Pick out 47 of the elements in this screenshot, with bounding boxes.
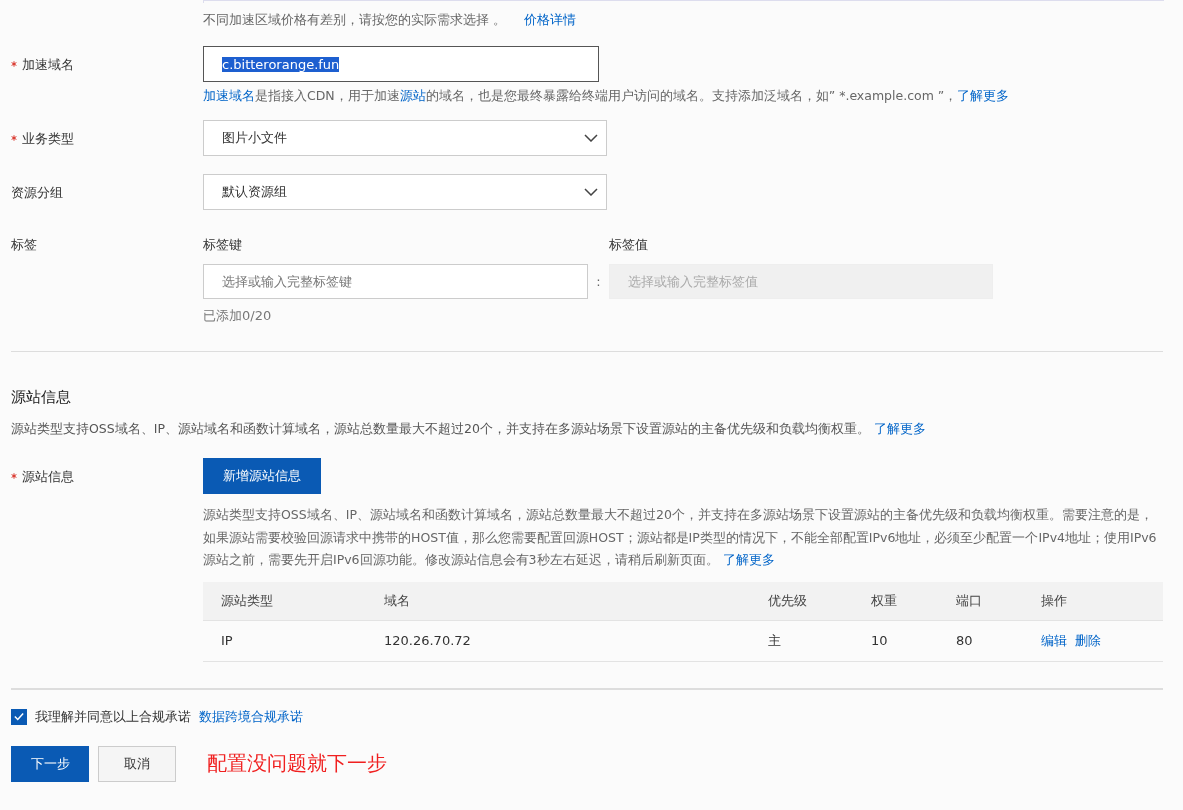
- tag-count: 已添加0/20: [203, 307, 273, 325]
- table-cell: 10: [853, 620, 938, 661]
- column-header: 端口: [938, 581, 1023, 620]
- column-header: 优先级: [750, 581, 853, 620]
- field-label: 源站信息: [22, 468, 74, 486]
- section-title: 源站信息: [11, 388, 72, 407]
- agreement-link[interactable]: 数据跨境合规承诺: [199, 707, 303, 726]
- tag-key-field[interactable]: 选择或输入完整标签键: [203, 264, 588, 299]
- column-header: 源站类型: [203, 581, 366, 620]
- next-button[interactable]: 下一步: [11, 745, 89, 782]
- separator-colon: :: [595, 274, 602, 289]
- agreement-text: 我理解并同意以上合规承诺: [35, 707, 191, 726]
- learn-more-link[interactable]: 了解更多: [722, 552, 775, 567]
- column-header: 权重: [853, 581, 938, 620]
- field-label: 加速域名: [22, 56, 74, 74]
- select-dropdown[interactable]: 默认资源组: [203, 174, 607, 210]
- action-link[interactable]: 删除: [1075, 632, 1101, 648]
- chevron-down-icon: [584, 134, 598, 142]
- section-description: 源站类型支持OSS域名、IP、源站域名和函数计算域名，源站总数量最大不超过20个，并支持在多源站场景下设置源站的主备优先级和负载均衡权重。: [11, 421, 870, 438]
- table-cell: 120.26.70.72: [366, 620, 750, 661]
- origin-note: 源站类型支持OSS域名、IP、源站域名和函数计算域名，源站总数量最大不超过20个，并支持在多源站场景下设置源站的主备优先级和负载均衡权重。需要注意的是，如果源站需要校验回源请求中携带的HOST值，那么您需要配置回源HOST；源站都是IP类型的情况下，不能全部配置IPv6地址，必须至少配置一个IPv4地址；使用IPv6源站之前，需要先开启IPv6回源功能。修改源站信息会有3秒左右延迟，请稍后刷新页面。 了解更多: [203, 506, 1158, 569]
- column-label: 标签键: [203, 236, 243, 254]
- cancel-button[interactable]: 取消: [98, 745, 176, 782]
- table-cell: 主: [750, 620, 853, 661]
- help-link[interactable]: 加速域名: [203, 88, 255, 103]
- field-label: 资源分组: [11, 184, 63, 202]
- price-note: 不同加速区域价格有差别，请按您的实际需求选择 。: [203, 11, 507, 29]
- field-label: 业务类型: [22, 130, 74, 148]
- add-origin-button[interactable]: 新增源站信息: [203, 458, 321, 494]
- chevron-down-icon: [584, 188, 598, 196]
- annotation-text: 配置没问题就下一步: [207, 750, 387, 777]
- price-details-link[interactable]: 价格详情: [524, 11, 577, 29]
- field-label: 标签: [11, 236, 37, 254]
- help-link[interactable]: 了解更多: [957, 88, 1010, 103]
- column-label: 标签值: [609, 236, 649, 254]
- checkbox[interactable]: [11, 708, 27, 725]
- help-text: 加速域名是指接入CDN，用于加速源站的域名，也是您最终暴露给终端用户访问的域名。支持添加泛域名，如” *.example.com ”，了解更多: [203, 88, 1011, 105]
- column-header: 操作: [1023, 581, 1163, 620]
- column-header: 域名: [366, 581, 750, 620]
- learn-more-link[interactable]: 了解更多: [873, 421, 926, 438]
- select-dropdown[interactable]: 图片小文件: [203, 120, 607, 156]
- check-icon: [14, 712, 24, 721]
- action-link[interactable]: 编辑: [1041, 632, 1067, 648]
- help-link[interactable]: 源站: [399, 88, 426, 103]
- table-cell: IP: [203, 620, 366, 661]
- table-cell: 80: [938, 620, 1023, 661]
- domain-input[interactable]: c.bitterorange.fun: [203, 46, 599, 82]
